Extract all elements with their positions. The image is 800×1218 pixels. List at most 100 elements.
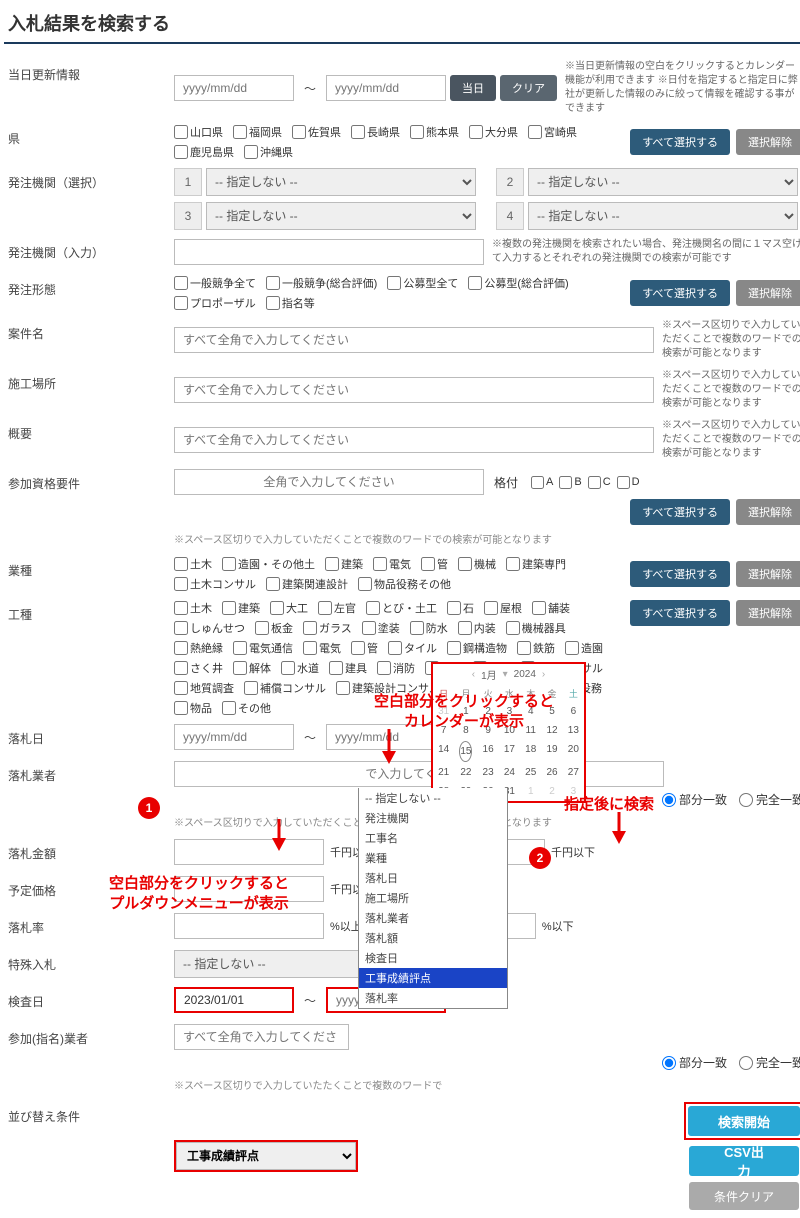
- checkbox-item[interactable]: 公募型(総合評価): [468, 275, 568, 291]
- update-from-input[interactable]: [174, 75, 294, 101]
- checkbox-item[interactable]: 舗装: [532, 600, 570, 616]
- checkbox-item[interactable]: 鉄筋: [517, 640, 555, 656]
- checkbox-item[interactable]: プロポーザル: [174, 295, 256, 311]
- checkbox-item[interactable]: 左官: [318, 600, 356, 616]
- participant-full-radio[interactable]: 完全一致: [739, 1054, 800, 1071]
- checkbox-item[interactable]: 電気通信: [233, 640, 293, 656]
- winner-input[interactable]: [174, 761, 664, 787]
- grade-checkbox[interactable]: D: [617, 476, 640, 489]
- cal-prev-icon[interactable]: ‹: [472, 669, 475, 680]
- checkbox-item[interactable]: その他: [222, 700, 271, 716]
- dropdown-option[interactable]: 工事成績評点: [359, 968, 507, 988]
- qualification-input[interactable]: [174, 469, 484, 495]
- bidtype-select-all-button[interactable]: すべて選択する: [630, 280, 730, 306]
- checkbox-item[interactable]: ガラス: [303, 620, 352, 636]
- bidtype-deselect-button[interactable]: 選択解除: [736, 280, 800, 306]
- checkbox-item[interactable]: 管: [421, 556, 448, 572]
- winner-full-radio[interactable]: 完全一致: [739, 791, 800, 808]
- worktype-deselect-button[interactable]: 選択解除: [736, 600, 800, 626]
- checkbox-item[interactable]: 宮崎県: [528, 124, 577, 140]
- client-select-1[interactable]: -- 指定しない --: [206, 168, 476, 196]
- project-name-input[interactable]: [174, 327, 654, 353]
- dropdown-option[interactable]: 工事名: [359, 828, 507, 848]
- checkbox-item[interactable]: 佐賀県: [292, 124, 341, 140]
- pref-select-all-button[interactable]: すべて選択する: [630, 129, 730, 155]
- sort-dropdown-popup[interactable]: -- 指定しない --発注機関工事名業種落札日施工場所落札業者落札額検査日工事成…: [358, 788, 508, 1009]
- checkbox-item[interactable]: 鹿児島県: [174, 144, 234, 160]
- checkbox-item[interactable]: 熊本県: [410, 124, 459, 140]
- client-input[interactable]: [174, 239, 484, 265]
- checkbox-item[interactable]: 指名等: [266, 295, 315, 311]
- award-date-from[interactable]: [174, 724, 294, 750]
- rate-from[interactable]: [174, 913, 324, 939]
- checkbox-item[interactable]: 物品役務その他: [358, 576, 451, 592]
- checkbox-item[interactable]: 土木コンサル: [174, 576, 256, 592]
- award-date-to[interactable]: [326, 724, 446, 750]
- checkbox-item[interactable]: 地質調査: [174, 680, 234, 696]
- update-to-input[interactable]: [326, 75, 446, 101]
- participant-input[interactable]: [174, 1024, 349, 1050]
- client-select-3[interactable]: -- 指定しない --: [206, 202, 476, 230]
- dropdown-option[interactable]: 発注機関: [359, 808, 507, 828]
- checkbox-item[interactable]: 電気: [373, 556, 411, 572]
- checkbox-item[interactable]: 塗装: [362, 620, 400, 636]
- checkbox-item[interactable]: さく井: [174, 660, 223, 676]
- checkbox-item[interactable]: 土木: [174, 600, 212, 616]
- grade-checkbox[interactable]: A: [531, 476, 553, 489]
- checkbox-item[interactable]: 建築設計コンサル: [336, 680, 440, 696]
- cal-next-icon[interactable]: ›: [542, 669, 545, 680]
- clear-button[interactable]: クリア: [500, 75, 557, 101]
- checkbox-item[interactable]: タイル: [388, 640, 437, 656]
- checkbox-item[interactable]: 建築: [222, 600, 260, 616]
- industry-select-all-button[interactable]: すべて選択する: [630, 561, 730, 587]
- worktype-select-all-button[interactable]: すべて選択する: [630, 600, 730, 626]
- dropdown-option[interactable]: 落札業者: [359, 908, 507, 928]
- dropdown-option[interactable]: -- 指定しない --: [359, 788, 507, 808]
- checkbox-item[interactable]: 機械: [458, 556, 496, 572]
- checkbox-item[interactable]: 長崎県: [351, 124, 400, 140]
- checkbox-item[interactable]: 造園・その他土: [222, 556, 315, 572]
- checkbox-item[interactable]: 水道: [281, 660, 319, 676]
- checkbox-item[interactable]: 大分県: [469, 124, 518, 140]
- checkbox-item[interactable]: 電気: [303, 640, 341, 656]
- grade-checkbox[interactable]: C: [588, 476, 611, 489]
- dropdown-option[interactable]: 業種: [359, 848, 507, 868]
- checkbox-item[interactable]: 建具: [329, 660, 367, 676]
- checkbox-item[interactable]: 屋根: [484, 600, 522, 616]
- dropdown-option[interactable]: 落札日: [359, 868, 507, 888]
- industry-deselect-button[interactable]: 選択解除: [736, 561, 800, 587]
- checkbox-item[interactable]: 土木: [174, 556, 212, 572]
- grade-checkbox[interactable]: B: [559, 476, 581, 489]
- checkbox-item[interactable]: 公募型全て: [387, 275, 458, 291]
- checkbox-item[interactable]: 石: [447, 600, 474, 616]
- checkbox-item[interactable]: 造園: [565, 640, 603, 656]
- checkbox-item[interactable]: 沖縄県: [244, 144, 293, 160]
- location-input[interactable]: [174, 377, 654, 403]
- checkbox-item[interactable]: 物品: [174, 700, 212, 716]
- checkbox-item[interactable]: 福岡県: [233, 124, 282, 140]
- pref-deselect-button[interactable]: 選択解除: [736, 129, 800, 155]
- checkbox-item[interactable]: 鋼構造物: [447, 640, 507, 656]
- dropdown-option[interactable]: 落札率: [359, 988, 507, 1008]
- search-button[interactable]: 検索開始: [688, 1106, 800, 1136]
- checkbox-item[interactable]: 消防: [377, 660, 415, 676]
- qual-select-all-button[interactable]: すべて選択する: [630, 499, 730, 525]
- checkbox-item[interactable]: 熱絶縁: [174, 640, 223, 656]
- qual-deselect-button[interactable]: 選択解除: [736, 499, 800, 525]
- checkbox-item[interactable]: 大工: [270, 600, 308, 616]
- checkbox-item[interactable]: 一般競争(総合評価): [266, 275, 377, 291]
- client-select-4[interactable]: -- 指定しない --: [528, 202, 798, 230]
- today-button[interactable]: 当日: [450, 75, 496, 101]
- csv-button[interactable]: CSV出力: [689, 1146, 799, 1176]
- checkbox-item[interactable]: 山口県: [174, 124, 223, 140]
- dropdown-option[interactable]: 落札額: [359, 928, 507, 948]
- checkbox-item[interactable]: 板金: [255, 620, 293, 636]
- checkbox-item[interactable]: 一般競争全て: [174, 275, 256, 291]
- summary-input[interactable]: [174, 427, 654, 453]
- checkbox-item[interactable]: しゅんせつ: [174, 620, 245, 636]
- winner-partial-radio[interactable]: 部分一致: [662, 791, 727, 808]
- checkbox-item[interactable]: 解体: [233, 660, 271, 676]
- dropdown-option[interactable]: 検査日: [359, 948, 507, 968]
- checkbox-item[interactable]: 管: [351, 640, 378, 656]
- amount-from[interactable]: [174, 839, 324, 865]
